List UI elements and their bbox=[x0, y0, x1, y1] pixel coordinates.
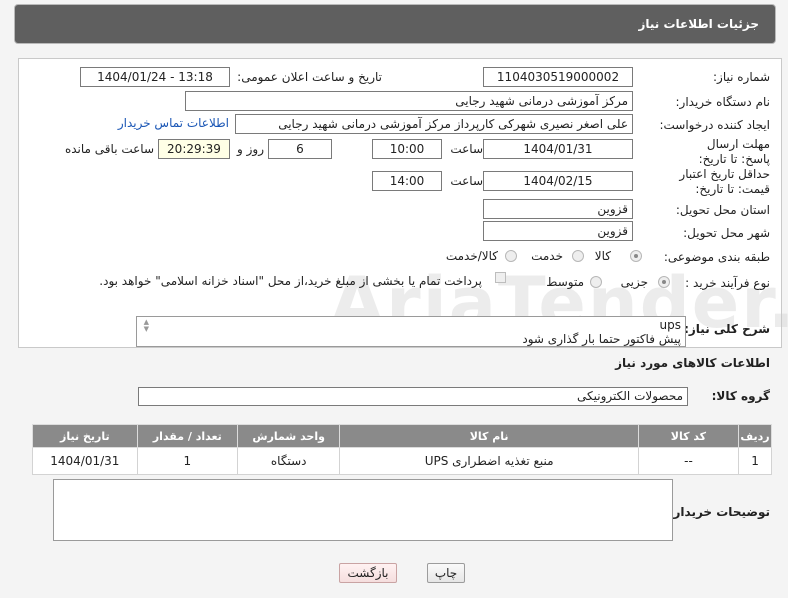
cell-row: 1 bbox=[738, 447, 772, 475]
process-radio-minor[interactable] bbox=[658, 276, 670, 288]
delivery-province-label: استان محل تحویل: bbox=[675, 203, 770, 217]
buyer-org-label: نام دستگاه خریدار: bbox=[675, 95, 771, 109]
treasury-payment-checkbox[interactable] bbox=[495, 272, 506, 283]
process-option-minor: جزیی bbox=[620, 275, 648, 289]
category-option-goods-service: کالا/خدمت bbox=[445, 249, 498, 263]
price-validity-time-label: ساعت bbox=[450, 174, 483, 188]
col-qty: تعداد / مقدار bbox=[136, 424, 238, 448]
delivery-city-field: قزوین bbox=[483, 221, 633, 241]
price-validity-label: حداقل تاریخ اعتبار قیمت: تا تاریخ: bbox=[679, 167, 770, 196]
need-number-label: شماره نیاز: bbox=[713, 70, 770, 84]
announce-datetime-label: تاریخ و ساعت اعلان عمومی: bbox=[237, 70, 382, 84]
time-remaining-label: ساعت باقی مانده bbox=[64, 142, 154, 156]
goods-table: ردیف کد کالا نام کالا واحد شمارش تعداد /… bbox=[32, 424, 772, 475]
goods-group-field: محصولات الکترونیکی bbox=[138, 387, 688, 406]
col-name: نام کالا bbox=[339, 424, 639, 448]
back-button[interactable]: بازگشت bbox=[339, 563, 397, 583]
price-validity-time-field: 14:00 bbox=[372, 171, 442, 191]
cell-qty: 1 bbox=[136, 447, 238, 475]
cell-name: منبع تغذیه اضطراری UPS bbox=[339, 447, 639, 475]
table-row: 1 -- منبع تغذیه اضطراری UPS دستگاه 1 140… bbox=[32, 447, 772, 475]
treasury-payment-note: پرداخت تمام یا بخشی از مبلغ خرید،از محل … bbox=[99, 274, 482, 288]
buyer-notes-label: توضیحات خریدار: bbox=[668, 505, 770, 519]
price-validity-date-field: 1404/02/15 bbox=[483, 171, 633, 191]
category-label: طبقه بندی موضوعی: bbox=[663, 250, 770, 264]
goods-section-title: اطلاعات کالاهای مورد نیاز bbox=[615, 356, 770, 370]
col-date: تاریخ نیاز bbox=[32, 424, 138, 448]
description-line-1: ups bbox=[659, 318, 681, 332]
deadline-time-label: ساعت bbox=[450, 142, 483, 156]
goods-group-label: گروه کالا: bbox=[711, 389, 770, 403]
deadline-time-field: 10:00 bbox=[372, 139, 442, 159]
delivery-province-field: قزوین bbox=[483, 199, 633, 219]
print-button[interactable]: چاپ bbox=[427, 563, 465, 583]
category-radio-service[interactable] bbox=[572, 250, 584, 262]
textarea-scroll-icon: ▲ ▼ bbox=[143, 318, 149, 333]
category-option-service: خدمت bbox=[531, 249, 563, 263]
process-option-medium: متوسط bbox=[546, 275, 584, 289]
days-label: روز و bbox=[237, 142, 264, 156]
category-radio-goods[interactable] bbox=[630, 250, 642, 262]
category-option-goods: کالا bbox=[594, 249, 611, 263]
announce-datetime-field: 1404/01/24 - 13:18 bbox=[80, 67, 230, 87]
description-textarea[interactable]: ups پیش فاکتور حتما بار گذاری شود ▲ ▼ bbox=[136, 316, 686, 347]
page-title: جزئیات اطلاعات نیاز bbox=[638, 17, 759, 31]
page-header: جزئیات اطلاعات نیاز bbox=[14, 4, 776, 44]
time-remaining-field: 20:29:39 bbox=[158, 139, 230, 159]
col-code: کد کالا bbox=[637, 424, 740, 448]
requester-field: علی اصغر نصیری شهرکی کارپرداز مرکز آموزش… bbox=[235, 114, 633, 134]
deadline-label: مهلت ارسال پاسخ: تا تاریخ: bbox=[698, 137, 770, 166]
process-radio-medium[interactable] bbox=[590, 276, 602, 288]
buyer-notes-textarea[interactable] bbox=[53, 479, 673, 541]
requester-label: ایجاد کننده درخواست: bbox=[659, 118, 770, 132]
buyer-contact-link[interactable]: اطلاعات تماس خریدار bbox=[118, 116, 229, 130]
description-line-2: پیش فاکتور حتما بار گذاری شود bbox=[522, 332, 681, 346]
col-unit: واحد شمارش bbox=[236, 424, 341, 448]
process-type-label: نوع فرآیند خرید : bbox=[685, 276, 770, 290]
cell-date: 1404/01/31 bbox=[32, 447, 138, 475]
buyer-org-field: مرکز آموزشی درمانی شهید رجایی bbox=[185, 91, 633, 111]
col-row: ردیف bbox=[738, 424, 772, 448]
cell-unit: دستگاه bbox=[236, 447, 341, 475]
days-remaining-field: 6 bbox=[268, 139, 332, 159]
deadline-date-field: 1404/01/31 bbox=[483, 139, 633, 159]
description-label: شرح کلی نیاز: bbox=[684, 322, 770, 336]
need-number-field: 1104030519000002 bbox=[483, 67, 633, 87]
delivery-city-label: شهر محل تحویل: bbox=[683, 226, 770, 240]
category-radio-goods-service[interactable] bbox=[505, 250, 517, 262]
cell-code: -- bbox=[637, 447, 740, 475]
